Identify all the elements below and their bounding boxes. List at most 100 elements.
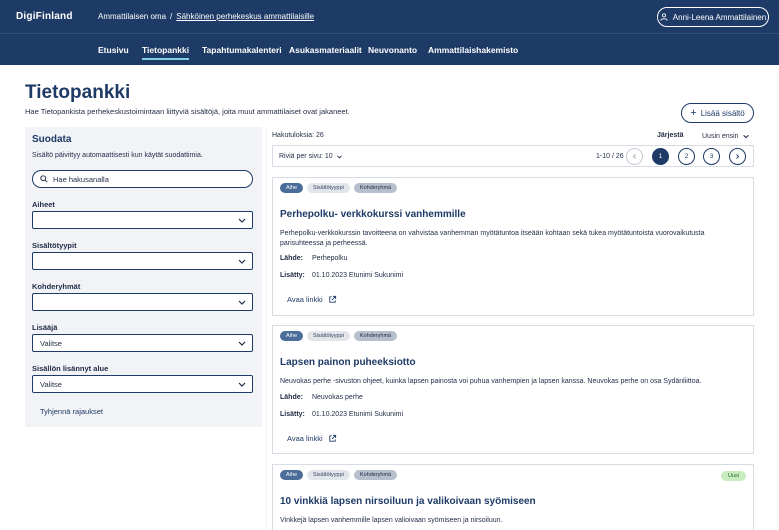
- nav-item-etusivu[interactable]: Etusivu: [98, 45, 129, 55]
- chevron-down-icon: [238, 300, 246, 305]
- page-subtitle: Hae Tietopankista perhekeskustoimintaan …: [25, 107, 350, 116]
- filter-label-kohderyhmat: Kohderyhmät: [32, 282, 81, 291]
- prev-page-button[interactable]: [626, 148, 643, 165]
- filter-label-sisaltotyypit: Sisältötyypit: [32, 241, 77, 250]
- filter-select-sisaltotyypit[interactable]: [32, 252, 253, 270]
- card-added: Lisätty: 01.10.2023 Etunimi Sukunimi: [280, 411, 403, 418]
- chevron-down-icon: [238, 259, 246, 264]
- source-label: Lähde:: [280, 255, 303, 262]
- sort-label: Järjestä: [657, 132, 684, 139]
- tag-aihe: Aihe: [280, 183, 304, 193]
- tag-list: Aihe Sisältötyyppi Kohderyhmä: [280, 470, 398, 480]
- added-value: 01.10.2023 Etunimi Sukunimi: [311, 411, 404, 418]
- open-link[interactable]: Avaa linkki: [287, 295, 337, 304]
- page-button-2[interactable]: 2: [678, 148, 695, 165]
- divider: [266, 127, 267, 530]
- filter-label-lisaaja: Lisääjä: [32, 323, 58, 332]
- clear-filters-link[interactable]: Tyhjennä rajaukset: [40, 407, 103, 416]
- nav-item-tietopankki[interactable]: Tietopankki: [142, 45, 190, 60]
- chevron-right-icon: [736, 154, 740, 159]
- breadcrumb: Ammattilaisen oma / Sähköinen perhekeskus …: [98, 12, 314, 21]
- plus-icon: +: [690, 107, 697, 119]
- filter-title: Suodata: [32, 134, 72, 145]
- rows-per-page-select[interactable]: Riviä per sivu: 10: [279, 153, 343, 160]
- nav-item-neuvonanto[interactable]: Neuvonanto: [368, 45, 417, 55]
- search-icon: [40, 175, 48, 183]
- main-nav: Etusivu Tietopankki Tapahtumakalenteri A…: [0, 33, 779, 65]
- page-button-3[interactable]: 3: [703, 148, 720, 165]
- search-input[interactable]: Hae hakusanalla: [32, 170, 253, 188]
- tag-list: Aihe Sisältötyyppi Kohderyhmä: [280, 331, 398, 341]
- add-content-label: Lisää sisältö: [700, 108, 745, 118]
- nav-item-tapahtumakalenteri[interactable]: Tapahtumakalenteri: [202, 45, 282, 55]
- tag-list: Aihe Sisältötyyppi Kohderyhmä: [280, 183, 398, 193]
- card-title[interactable]: 10 vinkkiä lapsen nirsoiluun ja valikoiv…: [280, 496, 536, 507]
- user-icon: [660, 13, 668, 21]
- external-link-icon: [329, 434, 336, 442]
- filter-select-lisaaja[interactable]: Valitse: [32, 334, 253, 352]
- logo[interactable]: DigiFinland: [16, 11, 73, 22]
- select-value: Valitse: [40, 338, 62, 348]
- tag-kohderyhma: Kohderyhmä: [353, 331, 398, 341]
- sort-value: Uusin ensin: [702, 132, 739, 140]
- filter-label-aiheet: Aiheet: [32, 200, 55, 209]
- tag-sisaltotyyppi: Sisältötyyppi: [307, 331, 350, 341]
- breadcrumb-item-home[interactable]: Ammattilaisen oma: [98, 12, 166, 21]
- source-value: Neuvokas perhe: [311, 394, 363, 401]
- chevron-down-icon: [336, 154, 342, 159]
- filter-panel: Suodata Sisältö päivittyy automaattisest…: [25, 127, 262, 427]
- add-content-button[interactable]: + Lisää sisältö: [681, 103, 754, 123]
- page-range: 1-10 / 26: [596, 153, 624, 160]
- select-value: Valitse: [40, 379, 62, 389]
- filter-select-aiheet[interactable]: [32, 211, 253, 229]
- chevron-down-icon: [238, 341, 246, 346]
- result-card: Aihe Sisältötyyppi Kohderyhmä Uusi 10 vi…: [272, 464, 754, 530]
- added-label: Lisätty:: [280, 411, 305, 418]
- filter-note: Sisältö päivittyy automaattisesti kun kä…: [32, 152, 203, 159]
- results-count: Hakutuloksia: 26: [272, 132, 324, 139]
- chevron-down-icon: [238, 218, 246, 223]
- result-card: Aihe Sisältötyyppi Kohderyhmä Lapsen pai…: [272, 325, 754, 454]
- user-menu-button[interactable]: Anni-Leena Ammattilainen: [657, 7, 769, 27]
- top-bar: DigiFinland Ammattilaisen oma / Sähköinen …: [0, 0, 779, 33]
- search-placeholder: Hae hakusanalla: [53, 174, 109, 184]
- tag-aihe: Aihe: [280, 470, 304, 480]
- breadcrumb-separator: /: [170, 12, 173, 21]
- filter-label-alue: Sisällön lisännyt alue: [32, 364, 109, 373]
- result-card: Aihe Sisältötyyppi Kohderyhmä Perhepolku…: [272, 177, 754, 316]
- added-label: Lisätty:: [280, 272, 305, 279]
- next-page-button[interactable]: [729, 148, 746, 165]
- chevron-down-icon: [742, 134, 749, 139]
- nav-item-ammattilaishakemisto[interactable]: Ammattilaishakemisto: [428, 45, 518, 55]
- source-value: Perhepolku: [311, 255, 348, 262]
- filter-select-alue[interactable]: Valitse: [32, 375, 253, 393]
- card-added: Lisätty: 01.10.2023 Etunimi Sukunimi: [280, 272, 403, 279]
- external-link-icon: [329, 295, 336, 303]
- card-description: Vinkkejä lapsen vanhemmille lapsen valio…: [280, 517, 503, 524]
- tag-aihe: Aihe: [280, 331, 304, 341]
- tag-sisaltotyyppi: Sisältötyyppi: [307, 183, 350, 193]
- page-button-1[interactable]: 1: [652, 148, 669, 165]
- page-title: Tietopankki: [25, 82, 131, 103]
- card-title[interactable]: Lapsen painon puheeksiotto: [280, 357, 416, 368]
- nav-item-asukasmateriaalit[interactable]: Asukasmateriaalit: [289, 45, 362, 55]
- tag-kohderyhma: Kohderyhmä: [353, 470, 398, 480]
- card-description: Neuvokas perhe -sivuston ohjeet, kuinka …: [280, 378, 702, 385]
- card-source: Lähde: Perhepolku: [280, 255, 347, 262]
- chevron-down-icon: [238, 382, 246, 387]
- tag-kohderyhma: Kohderyhmä: [353, 183, 398, 193]
- tag-sisaltotyyppi: Sisältötyyppi: [307, 470, 350, 480]
- card-description: Perhepolku-verkkokurssin tavoitteena on …: [280, 230, 705, 247]
- breadcrumb-item-current[interactable]: Sähköinen perhekeskus ammattilaisille: [176, 12, 314, 21]
- user-name: Anni-Leena Ammattilainen: [672, 12, 767, 22]
- card-title[interactable]: Perhepolku- verkkokurssi vanhemmille: [280, 209, 466, 220]
- card-source: Lähde: Neuvokas perhe: [280, 394, 363, 401]
- open-link-label: Avaa linkki: [287, 434, 323, 443]
- sort-select[interactable]: Uusin ensin: [702, 132, 750, 140]
- added-value: 01.10.2023 Etunimi Sukunimi: [311, 272, 404, 279]
- source-label: Lähde:: [280, 394, 303, 401]
- chevron-left-icon: [632, 154, 636, 159]
- filter-select-kohderyhmat[interactable]: [32, 293, 253, 311]
- open-link[interactable]: Avaa linkki: [287, 434, 337, 443]
- pagination-bar: Riviä per sivu: 10 1-10 / 26 1 2 3: [272, 145, 754, 167]
